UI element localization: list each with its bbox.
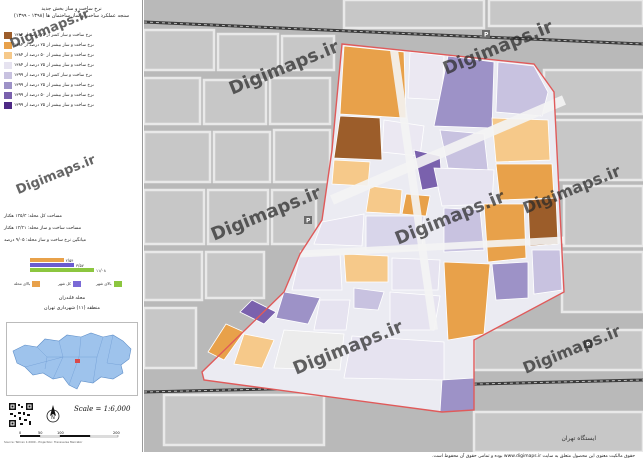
scale-label-100: 100 xyxy=(57,431,64,435)
comparison-bar-value: ۲/۵۴ xyxy=(65,257,74,263)
legend-swatch xyxy=(4,82,12,89)
comparison-bars: ۲/۵۴ ۳/۵۷ ۱۱/۰۸ xyxy=(30,258,120,276)
scale-label-200: 200 xyxy=(113,431,120,435)
legend-item: نرخ ساخت و ساز بیشتر از ۷۵ درصد از ۱۳۹۹ xyxy=(4,102,140,109)
comparison-bar xyxy=(30,258,64,262)
svg-text:N: N xyxy=(51,415,55,421)
qr-code xyxy=(8,402,34,428)
stat-area: مساحت کل محله: ۱۳۵/۳ هکتار xyxy=(4,214,62,219)
svg-text:P: P xyxy=(484,32,489,39)
legend-label: نرخ ساخت و ساز بیشتر از ۵۰ درصد از ۱۳۹۹ xyxy=(14,93,94,98)
location-region: منطقه (۱۱) شهرداری تهران xyxy=(44,306,100,311)
inset-highlight xyxy=(75,359,80,363)
comparison-bar xyxy=(30,263,74,267)
location-inset-map xyxy=(6,322,138,396)
mini-legend-city: کل شهر xyxy=(58,280,81,288)
legend-item: نرخ ساخت و ساز بیشتر از ۵۰ درصد از ۱۳۸۴ xyxy=(4,52,140,59)
legend-swatch xyxy=(4,102,12,109)
comparison-bar xyxy=(30,268,94,272)
legend-label: نرخ ساخت و ساز بیشتر از ۲۵ درصد از ۱۳۹۹ xyxy=(14,83,94,88)
station-label: ایستگاه تهران xyxy=(561,434,596,442)
copyright-footer: حقوق مالکیت معنوی این محصول متعلق به سای… xyxy=(432,454,635,459)
svg-text:P: P xyxy=(306,218,311,225)
scale-label-0: 0 xyxy=(19,431,22,435)
legend-item: نرخ ساخت و ساز بیشتر از ۲۵ درصد از ۱۳۹۹ xyxy=(4,82,140,89)
legend-label: نرخ ساخت و ساز کمتر از ۲۵ درصد از ۱۳۹۹ xyxy=(14,73,92,78)
scale-label-50: 50 xyxy=(38,431,43,435)
legend-label: نرخ ساخت و ساز بیشتر از ۵۰ درصد از ۱۳۸۴ xyxy=(14,53,94,58)
legend-item: نرخ ساخت و ساز بیشتر از ۵۰ درصد از ۱۳۹۹ xyxy=(4,92,140,99)
comparison-bar-value: ۳/۵۷ xyxy=(76,262,84,268)
mini-legend-district: بالای محله xyxy=(14,280,41,288)
legend-swatch xyxy=(4,62,12,69)
scale-text: Scale = 1:6,000 xyxy=(74,405,131,413)
mini-legend-city-top: بالای شهر xyxy=(96,280,122,288)
location-name: محله قلندران xyxy=(58,296,86,301)
legend-swatch xyxy=(4,92,12,99)
stat-construction-area: مساحت ساخت و ساز محله: ۱۳/۳۱ هکتار xyxy=(4,226,82,231)
legend-swatch xyxy=(4,52,12,59)
legend-swatch xyxy=(4,72,12,79)
legend-label: نرخ ساخت و ساز بیشتر از ۷۵ درصد از ۱۳۸۴ xyxy=(14,63,94,68)
legend-item: نرخ ساخت و ساز کمتر از ۲۵ درصد از ۱۳۹۹ xyxy=(4,72,140,79)
legend-label: نرخ ساخت و ساز بیشتر از ۷۵ درصد از ۱۳۹۹ xyxy=(14,103,94,108)
north-arrow-icon: N xyxy=(46,404,60,424)
stat-average-rate: میانگین نرخ ساخت و ساز محله: ۹/۰۵ درصد xyxy=(4,238,87,243)
comparison-bar-value: ۱۱/۰۸ xyxy=(96,267,106,273)
scale-bar: 0 50 100 200 xyxy=(19,428,120,438)
legend-item: نرخ ساخت و ساز بیشتر از ۷۵ درصد از ۱۳۸۴ xyxy=(4,62,140,69)
legend-panel: نرخ ساخت و ساز بخش جدید سنجه عملکرد ساخت… xyxy=(0,0,143,452)
source-credit: Source: Tehran 1:2000 - Projection: Tran… xyxy=(4,440,83,444)
